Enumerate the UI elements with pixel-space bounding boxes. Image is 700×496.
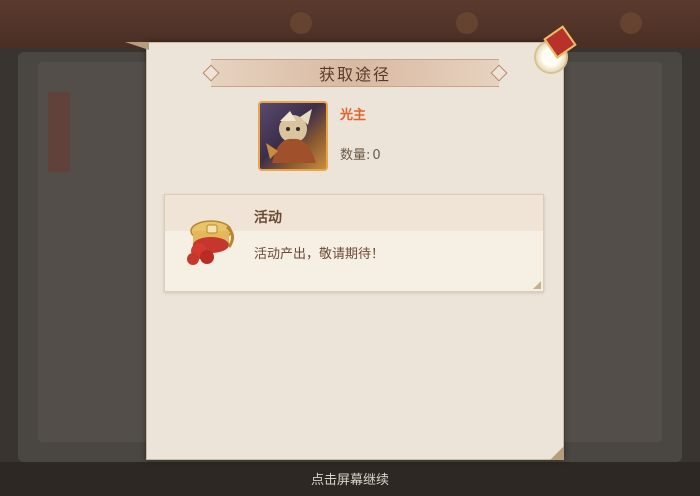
source-description: 活动产出，敬请期待！ — [254, 247, 385, 262]
dialog-title: 获取途径 — [318, 65, 391, 84]
item-name: 光主 — [340, 108, 367, 123]
background-currency-icon — [620, 12, 642, 34]
source-title: 活动 — [254, 210, 282, 226]
close-button[interactable] — [530, 25, 577, 74]
tap-to-continue-hint[interactable]: 点击屏幕继续 — [0, 469, 700, 488]
diamond-ornament-icon — [202, 64, 220, 82]
item-quantity: 数量: 0 — [340, 144, 381, 163]
character-portrait-icon[interactable] — [258, 101, 328, 171]
background-top-bar — [0, 0, 700, 48]
background-currency-icon — [456, 12, 478, 34]
background-currency-icon — [290, 12, 312, 34]
gift-scroll-icon — [181, 217, 239, 267]
dialog-title-bar: 获取途径 — [202, 59, 508, 87]
background-banner — [48, 92, 70, 172]
quantity-label: 数量: — [340, 148, 371, 163]
quantity-value: 0 — [372, 148, 381, 163]
background-column — [552, 62, 662, 442]
diamond-ornament-icon — [490, 64, 508, 82]
